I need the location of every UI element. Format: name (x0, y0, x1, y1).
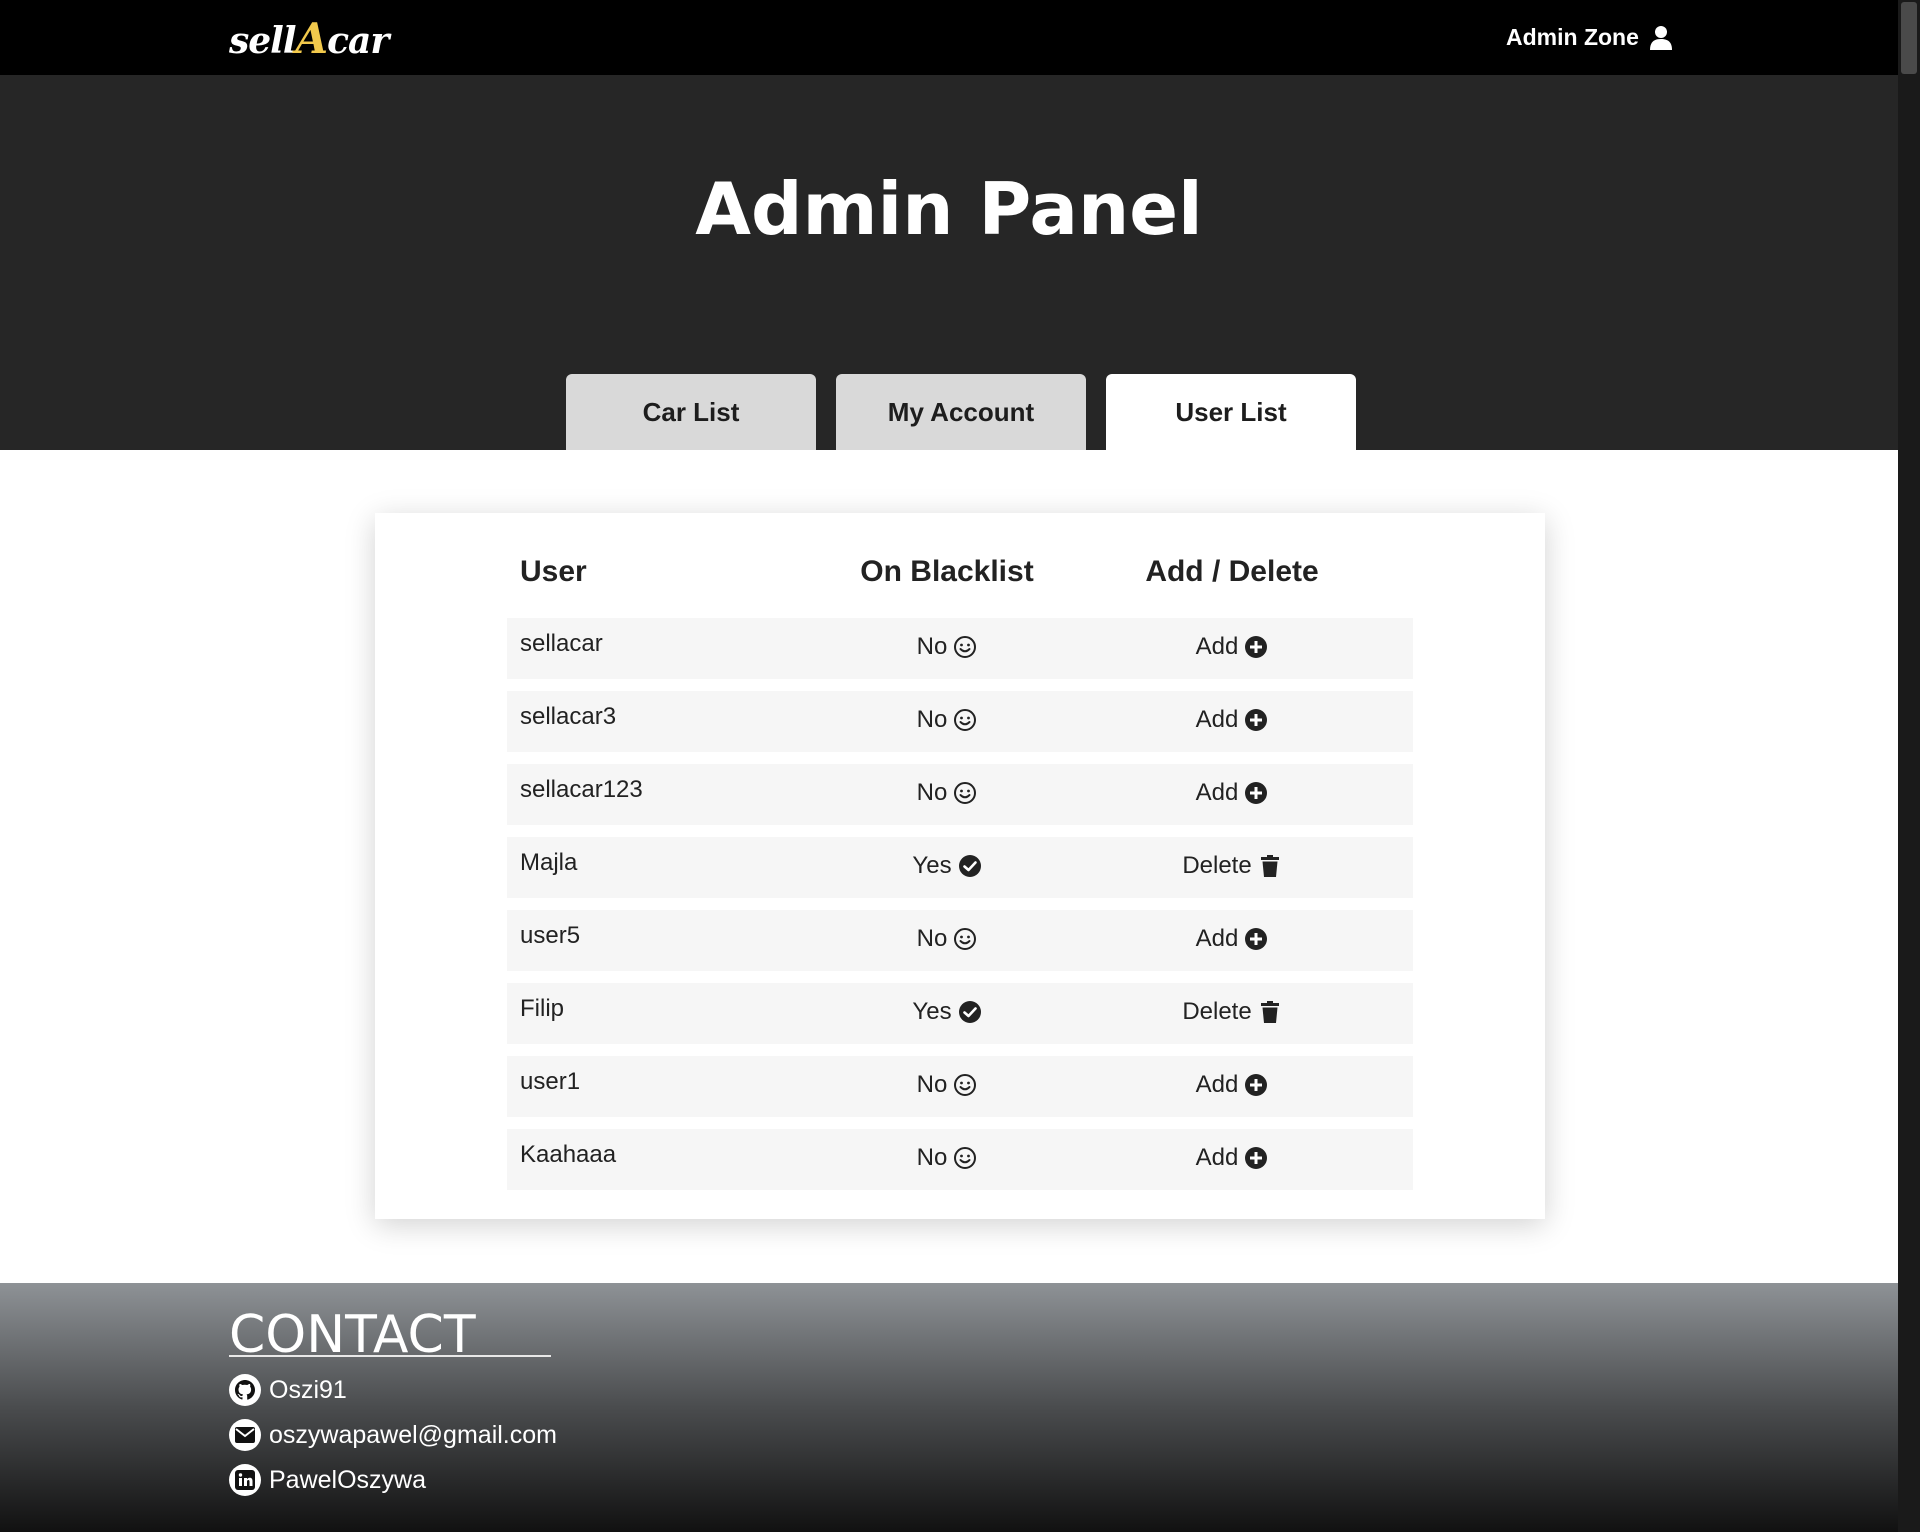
smile-icon (954, 782, 977, 804)
page-title: Admin Panel (695, 167, 1203, 251)
check-circle-icon (958, 1001, 981, 1023)
logo-prefix: sell (229, 20, 297, 62)
blacklist-status-text: No (916, 706, 948, 733)
user-table-body: sellacar No Add sellacar3 No Add sellacar123 No… (507, 618, 1413, 1202)
blacklist-status-text: No (916, 779, 948, 806)
plus-circle-icon (1245, 782, 1268, 804)
smile-icon (954, 709, 977, 731)
header-blacklist: On Blacklist (860, 555, 1034, 588)
plus-circle-icon (1245, 928, 1268, 950)
smile-icon (954, 1074, 977, 1096)
logo-suffix: car (327, 20, 389, 62)
action-label: Add (1195, 779, 1239, 806)
envelope-icon (229, 1419, 261, 1451)
action-label: Add (1195, 633, 1239, 660)
tab-user-list[interactable]: User List (1106, 374, 1356, 450)
add-to-blacklist-button[interactable]: Add (1082, 1144, 1382, 1172)
cell-blacklist-status: Yes (797, 852, 1097, 880)
cell-blacklist-status: No (797, 633, 1097, 661)
cell-username: sellacar (520, 630, 603, 657)
cell-blacklist-status: No (797, 925, 1097, 953)
blacklist-status-text: No (916, 1071, 948, 1098)
table-row: user1 No Add (507, 1056, 1413, 1117)
check-circle-icon (958, 855, 981, 877)
plus-circle-icon (1245, 1074, 1268, 1096)
tab-bar: Car List My Account User List (566, 374, 1356, 450)
cell-username: user1 (520, 1068, 581, 1095)
action-label: Add (1195, 1144, 1239, 1171)
table-row: Kaahaaa No Add (507, 1129, 1413, 1190)
trash-icon (1260, 855, 1279, 877)
github-handle: Oszi91 (269, 1375, 347, 1404)
smile-icon (954, 1147, 977, 1169)
action-label: Delete (1182, 852, 1252, 879)
add-to-blacklist-button[interactable]: Add (1082, 779, 1382, 807)
header-action: Add / Delete (1145, 555, 1319, 588)
cell-blacklist-status: No (797, 779, 1097, 807)
smile-icon (954, 928, 977, 950)
trash-icon (1260, 1001, 1279, 1023)
linkedin-link[interactable]: PawelOszywa (229, 1464, 426, 1496)
github-link[interactable]: Oszi91 (229, 1374, 347, 1406)
action-label: Delete (1182, 998, 1252, 1025)
cell-username: Kaahaaa (520, 1141, 617, 1168)
tab-car-list[interactable]: Car List (566, 374, 816, 450)
scrollbar-thumb[interactable] (1901, 2, 1917, 74)
blacklist-status-text: No (916, 633, 948, 660)
table-row: Majla Yes Delete (507, 837, 1413, 898)
admin-zone-label: Admin Zone (1506, 24, 1639, 50)
logo-accent: A (295, 14, 329, 63)
blacklist-status-text: Yes (912, 998, 952, 1025)
logo[interactable]: sellAcar (229, 14, 389, 63)
email-link[interactable]: oszywapawel@gmail.com (229, 1419, 557, 1451)
add-to-blacklist-button[interactable]: Add (1082, 925, 1382, 953)
user-list-card: User On Blacklist Add / Delete sellacar N… (375, 513, 1545, 1219)
user-icon (1649, 25, 1672, 50)
email-address: oszywapawel@gmail.com (269, 1420, 557, 1449)
action-label: Add (1195, 706, 1239, 733)
cell-blacklist-status: No (797, 706, 1097, 734)
cell-username: sellacar123 (520, 776, 643, 803)
cell-username: Filip (520, 995, 565, 1022)
table-row: user5 No Add (507, 910, 1413, 971)
smile-icon (954, 636, 977, 658)
linkedin-icon (229, 1464, 261, 1496)
table-row: sellacar No Add (507, 618, 1413, 679)
table-row: sellacar3 No Add (507, 691, 1413, 752)
linkedin-handle: PawelOszywa (269, 1465, 426, 1494)
admin-zone-link[interactable]: Admin Zone (1506, 24, 1673, 51)
delete-from-blacklist-button[interactable]: Delete (1082, 998, 1382, 1026)
action-label: Add (1195, 1071, 1239, 1098)
table-row: Filip Yes Delete (507, 983, 1413, 1044)
cell-username: sellacar3 (520, 703, 617, 730)
add-to-blacklist-button[interactable]: Add (1082, 633, 1382, 661)
header-user: User (520, 555, 587, 588)
action-label: Add (1195, 925, 1239, 952)
footer: CONTACT Oszi91 oszywapawel@gmail.com Paw… (0, 1283, 1898, 1532)
add-to-blacklist-button[interactable]: Add (1082, 1071, 1382, 1099)
cell-blacklist-status: Yes (797, 998, 1097, 1026)
blacklist-status-text: No (916, 925, 948, 952)
blacklist-status-text: Yes (912, 852, 952, 879)
plus-circle-icon (1245, 636, 1268, 658)
plus-circle-icon (1245, 1147, 1268, 1169)
scrollbar[interactable] (1898, 0, 1920, 1532)
top-navbar: sellAcar Admin Zone (0, 0, 1898, 75)
add-to-blacklist-button[interactable]: Add (1082, 706, 1382, 734)
cell-username: user5 (520, 922, 581, 949)
contact-divider (229, 1355, 551, 1357)
table-row: sellacar123 No Add (507, 764, 1413, 825)
hero-section: Admin Panel Car List My Account User Lis… (0, 75, 1898, 450)
cell-username: Majla (520, 849, 578, 876)
cell-blacklist-status: No (797, 1071, 1097, 1099)
table-header: User On Blacklist Add / Delete (507, 543, 1413, 603)
github-icon (229, 1374, 261, 1406)
blacklist-status-text: No (916, 1144, 948, 1171)
cell-blacklist-status: No (797, 1144, 1097, 1172)
plus-circle-icon (1245, 709, 1268, 731)
tab-my-account[interactable]: My Account (836, 374, 1086, 450)
delete-from-blacklist-button[interactable]: Delete (1082, 852, 1382, 880)
